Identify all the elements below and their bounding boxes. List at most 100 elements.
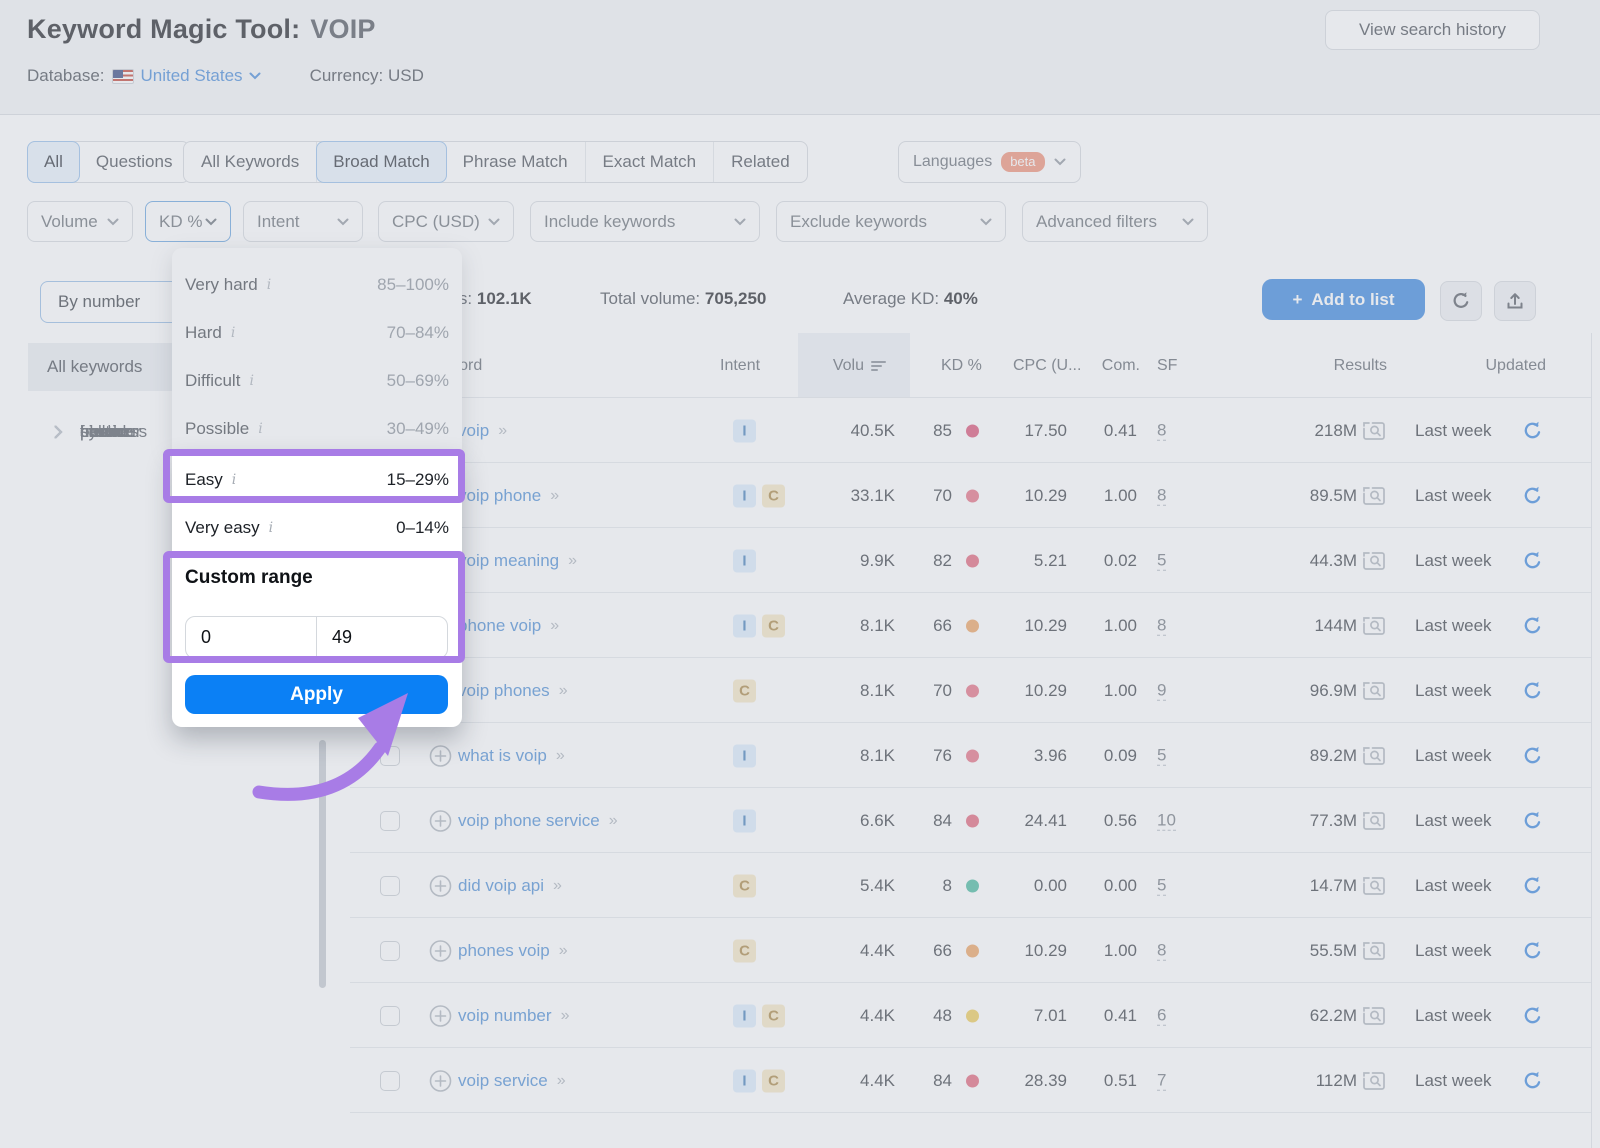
custom-range-to-input[interactable] [317, 617, 447, 658]
row-checkbox[interactable] [380, 941, 400, 961]
open-keyword-icon[interactable]: » [498, 422, 505, 440]
keyword-link[interactable]: what is voip » [458, 746, 563, 766]
column-header-kd[interactable]: KD % [941, 357, 982, 375]
serp-preview-icon[interactable] [1362, 1005, 1386, 1026]
tab-phrase-match[interactable]: Phrase Match [446, 142, 586, 182]
row-checkbox[interactable] [380, 811, 400, 831]
open-keyword-icon[interactable]: » [556, 747, 563, 765]
row-checkbox[interactable] [380, 876, 400, 896]
info-icon[interactable]: i [258, 421, 262, 437]
serp-preview-icon[interactable] [1362, 485, 1386, 506]
keyword-link[interactable]: phones voip » [458, 941, 566, 961]
row-checkbox[interactable] [380, 1071, 400, 1091]
keyword-link[interactable]: phone voip » [458, 616, 557, 636]
filter-intent[interactable]: Intent [243, 201, 363, 242]
serp-preview-icon[interactable] [1362, 550, 1386, 571]
serp-features-link[interactable]: 7 [1157, 1070, 1166, 1091]
open-keyword-icon[interactable]: » [550, 617, 557, 635]
info-icon[interactable]: i [269, 520, 273, 536]
info-icon[interactable]: i [231, 325, 235, 341]
kd-option-very-easy[interactable]: Very easyi 0–14% [172, 504, 462, 552]
open-keyword-icon[interactable]: » [557, 1072, 564, 1090]
add-to-list-button[interactable]: + Add to list [1262, 279, 1425, 320]
apply-button[interactable]: Apply [185, 675, 448, 714]
serp-features-link[interactable]: 9 [1157, 680, 1166, 701]
row-checkbox[interactable] [380, 1006, 400, 1026]
filter-advanced[interactable]: Advanced filters [1022, 201, 1208, 242]
filter-kd[interactable]: KD % [145, 201, 231, 242]
serp-features-link[interactable]: 8 [1157, 615, 1166, 636]
serp-features-link[interactable]: 5 [1157, 875, 1166, 896]
refresh-icon[interactable] [1522, 680, 1543, 701]
refresh-icon[interactable] [1522, 875, 1543, 896]
add-keyword-icon[interactable] [429, 874, 452, 897]
database-select[interactable]: United States [141, 66, 261, 86]
filter-exclude-keywords[interactable]: Exclude keywords [776, 201, 1006, 242]
column-header-updated[interactable]: Updated [1486, 357, 1547, 375]
serp-preview-icon[interactable] [1362, 940, 1386, 961]
refresh-icon[interactable] [1522, 615, 1543, 636]
tab-questions[interactable]: Questions [79, 142, 190, 182]
info-icon[interactable]: i [232, 472, 236, 488]
open-keyword-icon[interactable]: » [561, 1007, 568, 1025]
open-keyword-icon[interactable]: » [559, 942, 566, 960]
filter-cpc[interactable]: CPC (USD) [378, 201, 514, 242]
kd-option-possible[interactable]: Possiblei 30–49% [172, 405, 462, 453]
serp-features-link[interactable]: 8 [1157, 940, 1166, 961]
keyword-link[interactable]: voip » [458, 421, 505, 441]
open-keyword-icon[interactable]: » [559, 682, 566, 700]
custom-range-from-input[interactable] [186, 617, 316, 658]
column-header-com[interactable]: Com. [1102, 357, 1140, 375]
tab-related[interactable]: Related [714, 142, 807, 182]
serp-features-link[interactable]: 5 [1157, 745, 1166, 766]
refresh-icon[interactable] [1522, 1005, 1543, 1026]
serp-preview-icon[interactable] [1362, 615, 1386, 636]
serp-preview-icon[interactable] [1362, 680, 1386, 701]
keyword-link[interactable]: voip phones » [458, 681, 566, 701]
tab-broad-match[interactable]: Broad Match [316, 141, 446, 183]
column-header-results[interactable]: Results [1334, 357, 1387, 375]
serp-features-link[interactable]: 10 [1157, 810, 1176, 831]
refresh-icon[interactable] [1522, 1070, 1543, 1091]
refresh-icon[interactable] [1522, 940, 1543, 961]
open-keyword-icon[interactable]: » [568, 552, 575, 570]
open-keyword-icon[interactable]: » [609, 812, 616, 830]
refresh-icon[interactable] [1522, 420, 1543, 441]
filter-volume[interactable]: Volume [27, 201, 133, 242]
kd-option-very-hard[interactable]: Very hardi 85–100% [172, 261, 462, 309]
keyword-link[interactable]: voip number » [458, 1006, 567, 1026]
refresh-icon[interactable] [1522, 745, 1543, 766]
add-keyword-icon[interactable] [429, 1069, 452, 1092]
open-keyword-icon[interactable]: » [553, 877, 560, 895]
serp-features-link[interactable]: 8 [1157, 485, 1166, 506]
column-header-cpc[interactable]: CPC (U... [1013, 357, 1081, 375]
filter-include-keywords[interactable]: Include keywords [530, 201, 760, 242]
refresh-button[interactable] [1440, 281, 1482, 321]
info-icon[interactable]: i [267, 277, 271, 293]
tab-all[interactable]: All [27, 141, 80, 183]
column-header-sf[interactable]: SF [1157, 357, 1177, 375]
tab-exact-match[interactable]: Exact Match [586, 142, 715, 182]
add-keyword-icon[interactable] [429, 1004, 452, 1027]
serp-features-link[interactable]: 5 [1157, 550, 1166, 571]
refresh-icon[interactable] [1522, 550, 1543, 571]
add-keyword-icon[interactable] [429, 744, 452, 767]
open-keyword-icon[interactable]: » [550, 487, 557, 505]
serp-preview-icon[interactable] [1362, 420, 1386, 441]
languages-dropdown[interactable]: Languages beta [898, 141, 1081, 183]
keyword-link[interactable]: voip meaning » [458, 551, 575, 571]
row-checkbox[interactable] [380, 746, 400, 766]
column-header-intent[interactable]: Intent [720, 357, 760, 375]
serp-preview-icon[interactable] [1362, 1070, 1386, 1091]
refresh-icon[interactable] [1522, 810, 1543, 831]
serp-features-link[interactable]: 8 [1157, 420, 1166, 441]
keyword-link[interactable]: voip phone service » [458, 811, 616, 831]
info-icon[interactable]: i [249, 373, 253, 389]
keyword-link[interactable]: voip service » [458, 1071, 564, 1091]
keyword-link[interactable]: did voip api » [458, 876, 560, 896]
serp-preview-icon[interactable] [1362, 875, 1386, 896]
serp-preview-icon[interactable] [1362, 745, 1386, 766]
add-keyword-icon[interactable] [429, 809, 452, 832]
kd-option-hard[interactable]: Hardi 70–84% [172, 309, 462, 357]
serp-preview-icon[interactable] [1362, 810, 1386, 831]
